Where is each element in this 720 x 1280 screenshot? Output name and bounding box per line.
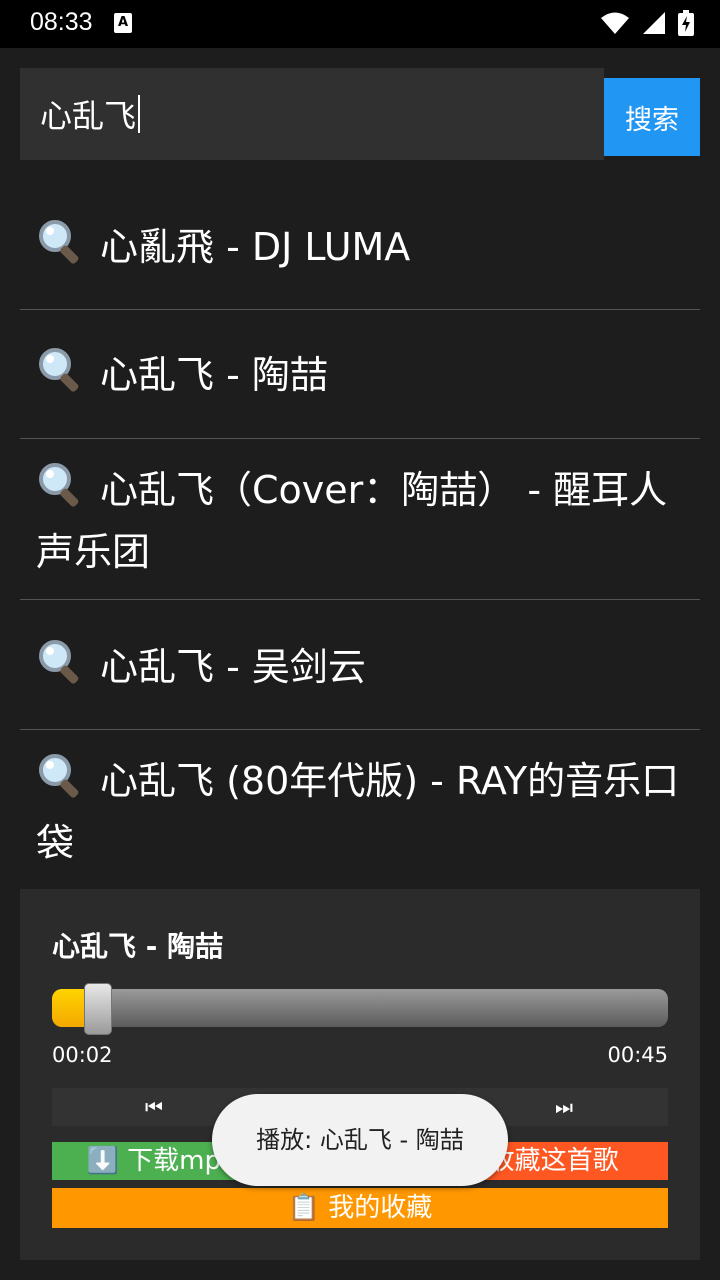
search-results-list: 心亂飛 - DJ LUMA 心乱飞 - 陶喆 心乱飞（Cover：陶喆） - 醒… [20,180,700,880]
battery-icon [678,10,694,36]
accessibility-a-icon: A [114,13,132,33]
search-button[interactable]: 搜索 [604,78,700,156]
total-time: 00:45 [607,1043,668,1067]
wifi-icon [601,12,629,34]
list-item[interactable]: 心乱飞（Cover：陶喆） - 醒耳人声乐团 [20,439,700,600]
result-label: 心亂飛 - DJ LUMA [100,225,411,269]
magnifier-icon [36,638,86,684]
current-time: 00:02 [52,1043,113,1067]
status-bar: 08:33 A [0,0,720,48]
result-label: 心乱飞（Cover：陶喆） - 醒耳人声乐团 [36,468,668,574]
progress-slider[interactable] [52,983,668,1035]
magnifier-icon [36,346,86,392]
list-item[interactable]: 心亂飛 - DJ LUMA [20,180,700,310]
magnifier-icon [36,218,86,264]
list-item[interactable]: 心乱飞 - 吴剑云 [20,600,700,730]
toast-message: 播放: 心乱飞 - 陶喆 [212,1094,508,1186]
slider-thumb[interactable] [84,983,112,1035]
previous-button[interactable]: ⏮ [124,1088,184,1126]
signal-icon [643,12,665,34]
search-input[interactable]: 心乱飞 [20,68,604,160]
status-time: 08:33 [30,8,93,36]
now-playing-title: 心乱飞 - 陶喆 [52,930,224,963]
magnifier-icon [36,461,86,507]
result-label: 心乱飞 (80年代版) - RAY的音乐口袋 [36,759,680,865]
text-cursor [138,95,141,133]
magnifier-icon [36,752,86,798]
next-button[interactable]: ⏭ [534,1088,594,1126]
result-label: 心乱飞 - 陶喆 [100,353,328,397]
search-input-value: 心乱飞 [40,97,137,135]
result-label: 心乱飞 - 吴剑云 [100,645,366,689]
list-item[interactable]: 心乱飞 - 陶喆 [20,310,700,439]
player-panel: 心乱飞 - 陶喆 00:02 00:45 ⏮ ⏭ ⬇️ 下载mp3 ⭐ 收藏这首… [20,889,700,1260]
list-item[interactable]: 心乱飞 (80年代版) - RAY的音乐口袋 [20,730,700,880]
my-favorites-button[interactable]: 📋 我的收藏 [52,1188,668,1228]
status-icons [600,10,694,36]
